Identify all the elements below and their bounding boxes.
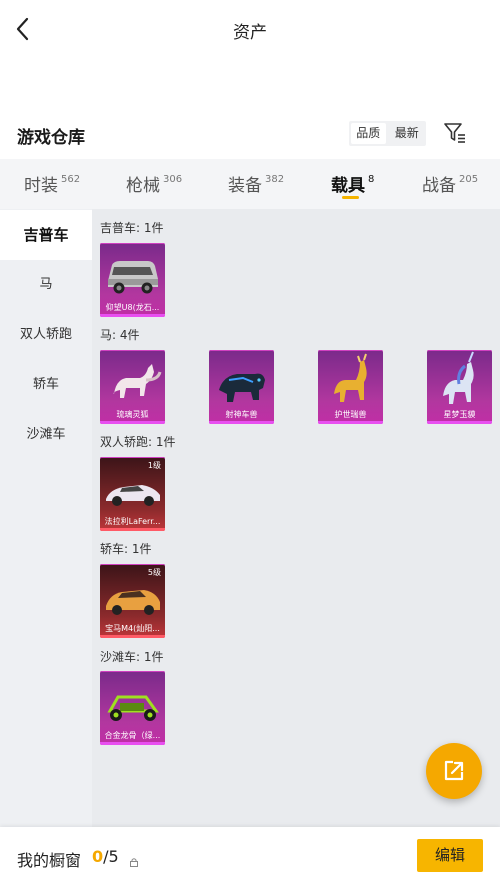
item-name: 仰望U8(龙石... bbox=[105, 303, 160, 312]
showcase-count: 0/5 bbox=[92, 847, 119, 866]
page-title: 资产 bbox=[233, 23, 267, 43]
item-card[interactable]: 合金龙骨（绿... bbox=[100, 671, 165, 745]
item-level: 5级 bbox=[147, 568, 161, 577]
showcase-bar: 我的橱窗 0/5 编辑 bbox=[0, 827, 500, 885]
group-title-jeep: 吉普车: 1件 bbox=[100, 221, 164, 235]
share-icon bbox=[444, 760, 464, 781]
item-name: 宝马M4(灿阳... bbox=[105, 624, 160, 633]
sidebar-item-coupe[interactable]: 双人轿跑 bbox=[0, 310, 92, 360]
item-name: 护世瑞兽 bbox=[334, 410, 367, 419]
item-card[interactable]: 5级 宝马M4(灿阳... bbox=[100, 564, 165, 638]
tab-fashion[interactable]: 时装 562 bbox=[24, 171, 80, 196]
group-title-beach-buggy: 沙滩车: 1件 bbox=[100, 650, 164, 664]
share-button[interactable] bbox=[426, 743, 482, 799]
item-card[interactable]: 琉璃灵狐 bbox=[100, 350, 165, 424]
group-title-sedan: 轿车: 1件 bbox=[100, 542, 152, 556]
tab-firearms[interactable]: 枪械 306 bbox=[126, 171, 182, 196]
sidebar-item-jeep[interactable]: 吉普车 bbox=[0, 210, 92, 260]
group-title-horse: 马: 4件 bbox=[100, 328, 140, 342]
sidebar-item-beach-buggy[interactable]: 沙滩车 bbox=[0, 410, 92, 460]
showcase-label: 我的橱窗 bbox=[17, 851, 82, 870]
item-name: 琉璃灵狐 bbox=[116, 410, 149, 419]
filter-icon[interactable] bbox=[443, 122, 467, 144]
sort-quality-button[interactable]: 品质 bbox=[351, 123, 386, 144]
tab-equipment[interactable]: 装备 382 bbox=[228, 171, 284, 196]
item-name: 合金龙骨（绿... bbox=[104, 731, 161, 740]
item-name: 射神车兽 bbox=[225, 410, 258, 419]
section-title: 游戏仓库 bbox=[17, 128, 85, 148]
item-level: 1级 bbox=[147, 461, 161, 470]
sidebar-item-sedan[interactable]: 轿车 bbox=[0, 360, 92, 410]
item-card[interactable]: 1级 法拉利LaFerr... bbox=[100, 457, 165, 531]
item-card[interactable]: 星梦玉貘 bbox=[427, 350, 492, 424]
tab-supplies[interactable]: 战备 205 bbox=[422, 171, 478, 196]
sidebar-item-horse[interactable]: 马 bbox=[0, 260, 92, 310]
item-name: 法拉利LaFerr... bbox=[104, 517, 161, 526]
active-tab-indicator bbox=[342, 196, 359, 199]
category-tabs: 时装 562 枪械 306 装备 382 载具 8 战备 205 bbox=[0, 159, 500, 209]
vehicle-type-sidebar: 吉普车 马 双人轿跑 轿车 沙滩车 bbox=[0, 209, 92, 827]
tab-vehicles[interactable]: 载具 8 bbox=[331, 171, 374, 196]
item-card[interactable]: 护世瑞兽 bbox=[318, 350, 383, 424]
group-title-coupe: 双人轿跑: 1件 bbox=[100, 435, 176, 449]
item-name: 星梦玉貘 bbox=[443, 410, 476, 419]
edit-button[interactable]: 编辑 bbox=[417, 839, 483, 872]
item-card[interactable]: 仰望U8(龙石... bbox=[100, 243, 165, 317]
lock-icon bbox=[129, 852, 139, 867]
item-card[interactable]: 射神车兽 bbox=[209, 350, 274, 424]
top-bar: 资产 bbox=[0, 0, 500, 58]
sort-toggle: 品质 最新 bbox=[349, 121, 426, 146]
sort-newest-button[interactable]: 最新 bbox=[390, 123, 425, 144]
